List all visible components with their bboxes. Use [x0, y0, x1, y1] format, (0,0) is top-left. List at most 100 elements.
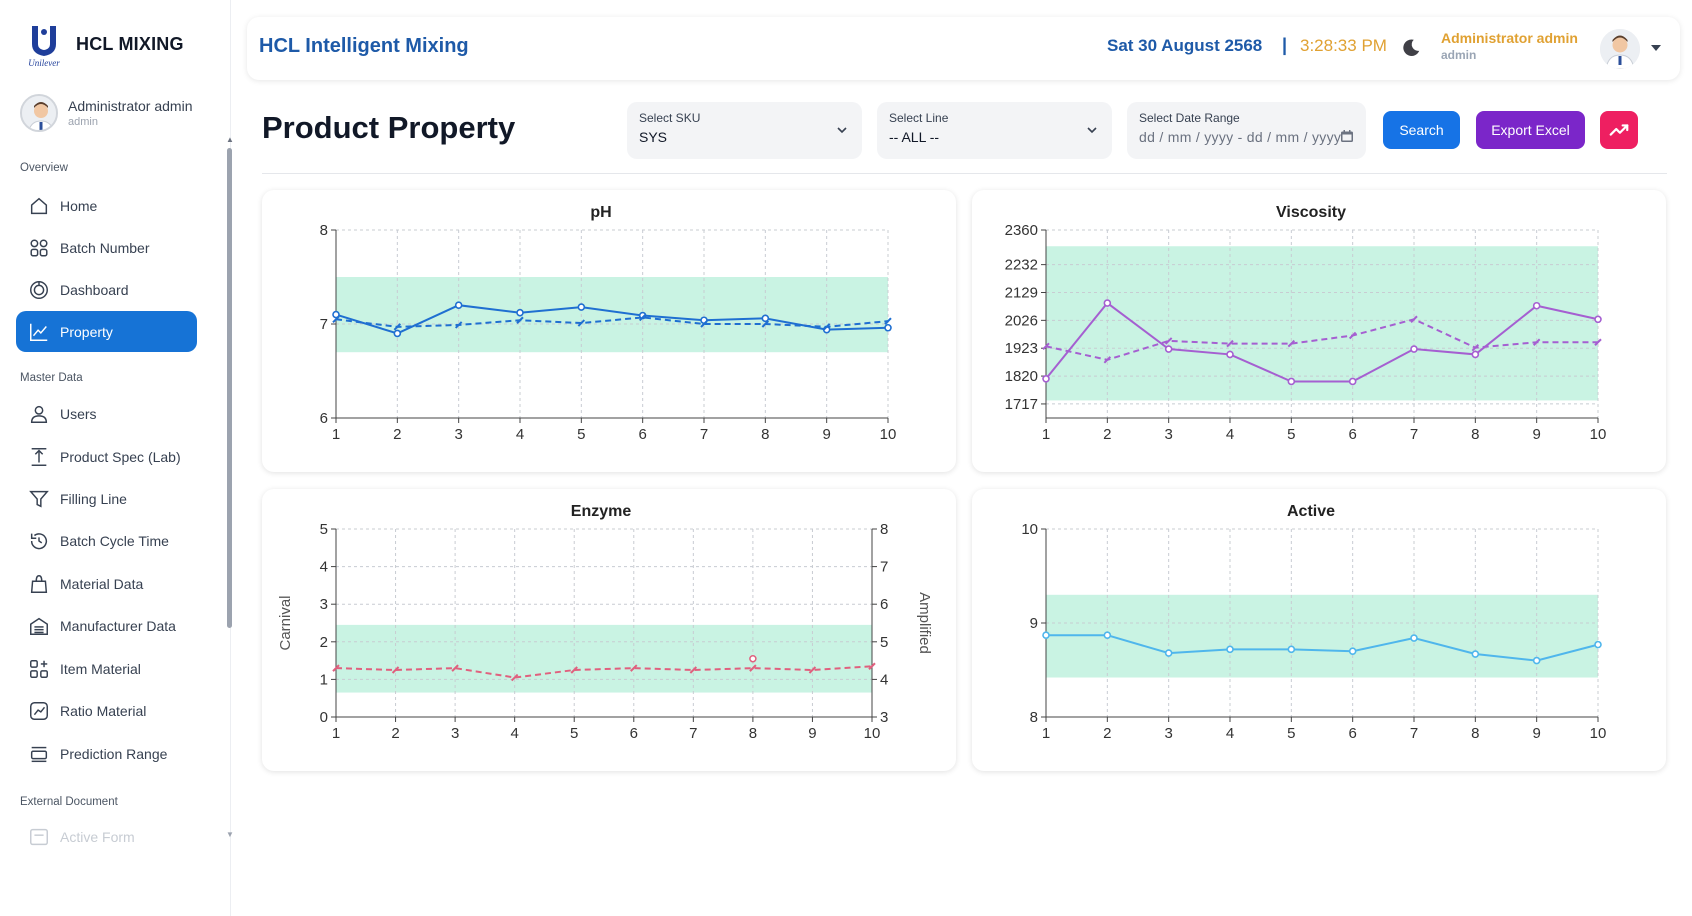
- sidebar-item-dashboard[interactable]: Dashboard: [16, 269, 197, 310]
- x-tick-label: 3: [451, 725, 459, 742]
- sidebar-item-property[interactable]: Property: [16, 311, 197, 352]
- y-tick-label: 2: [320, 634, 328, 651]
- form-icon: [28, 826, 50, 848]
- calendar-icon[interactable]: [1340, 129, 1354, 143]
- x-tick-label: 4: [516, 426, 524, 443]
- grid-icon: [28, 237, 50, 259]
- active-chart: Active 1 2 3 4 5 6 7 8 9 10 8 9 10: [1021, 503, 1606, 742]
- sidebar-item-label: Prediction Range: [60, 745, 168, 762]
- date-range-placeholder: dd / mm / yyyy - dd / mm / yyyy: [1139, 129, 1342, 145]
- date-range-input[interactable]: Select Date Range dd / mm / yyyy - dd / …: [1127, 102, 1366, 159]
- header-user[interactable]: Administrator admin admin: [1441, 30, 1578, 62]
- line-select-label: Select Line: [889, 111, 949, 125]
- avatar[interactable]: [1600, 29, 1640, 69]
- sidebar-item-batch-number[interactable]: Batch Number: [16, 227, 197, 268]
- data-point: [454, 301, 463, 309]
- sidebar-item-batch-cycle-time[interactable]: Batch Cycle Time: [16, 520, 197, 561]
- sidebar-item-product-spec[interactable]: Product Spec (Lab): [16, 436, 197, 477]
- sidebar-item-prediction-range[interactable]: Prediction Range: [16, 733, 197, 774]
- sku-select-label: Select SKU: [639, 111, 701, 125]
- export-excel-button[interactable]: Export Excel: [1476, 111, 1585, 149]
- sidebar-item-item-material[interactable]: Item Material: [16, 648, 197, 689]
- y-tick-label: 2360: [1005, 222, 1038, 239]
- x-tick-label: 5: [577, 426, 585, 443]
- header-user-name: Administrator admin: [1441, 30, 1578, 46]
- range-icon: [28, 743, 50, 765]
- sidebar-item-home[interactable]: Home: [16, 185, 197, 226]
- x-tick-label: 5: [570, 725, 578, 742]
- sidebar-item-ratio-material[interactable]: Ratio Material: [16, 690, 197, 731]
- date-range-label: Select Date Range: [1139, 111, 1240, 125]
- x-tick-label: 5: [1287, 725, 1295, 742]
- x-tick-label: 6: [630, 725, 638, 742]
- x-tick-label: 6: [1348, 426, 1356, 443]
- data-point: [577, 303, 586, 311]
- y2-tick-label: 7: [880, 559, 888, 576]
- user-avatar-icon: [22, 96, 56, 130]
- y2-tick-label: 8: [880, 521, 888, 538]
- current-date: Sat 30 August 2568: [1107, 36, 1263, 55]
- sku-select[interactable]: Select SKU SYS: [627, 102, 862, 159]
- data-point: [1410, 345, 1418, 353]
- x-tick-label: 1: [332, 426, 340, 443]
- y-tick-label: 9: [1030, 615, 1038, 632]
- viscosity-chart: Viscosity 1 2 3 4 5 6 7 8 9 10 1717 1820 1923 2026 2129…: [1005, 204, 1607, 443]
- sidebar-item-manufacturer-data[interactable]: Manufacturer Data: [16, 605, 197, 646]
- y2-tick-label: 4: [880, 671, 888, 688]
- spec-band: [336, 624, 872, 693]
- x-tick-label: 8: [749, 725, 757, 742]
- y-tick-label: 1717: [1005, 396, 1038, 413]
- x-tick-label: 4: [1226, 725, 1234, 742]
- sidebar-scrollbar[interactable]: [227, 148, 232, 628]
- y-tick-label: 10: [1021, 521, 1038, 538]
- sidebar-user[interactable]: Administrator admin admin: [20, 94, 193, 132]
- data-point: [1594, 315, 1602, 324]
- moon-icon[interactable]: [1400, 37, 1422, 59]
- sidebar-item-label: Batch Cycle Time: [60, 532, 169, 549]
- x-tick-label: 10: [864, 725, 881, 742]
- chevron-down-icon[interactable]: [1651, 44, 1661, 52]
- y2-tick-label: 3: [880, 709, 888, 726]
- y-tick-label: 2232: [1005, 257, 1038, 274]
- data-point: [1164, 345, 1173, 353]
- x-tick-label: 5: [1287, 426, 1295, 443]
- brand[interactable]: Unilever HCL MIXING: [22, 20, 184, 68]
- line-select[interactable]: Select Line -- ALL --: [877, 102, 1112, 159]
- data-point: [1532, 656, 1541, 665]
- section-overview: Overview: [20, 162, 68, 174]
- divider: [262, 173, 1667, 174]
- data-point: [1164, 649, 1173, 657]
- history-icon: [28, 530, 50, 552]
- x-tick-label: 7: [689, 725, 697, 742]
- x-tick-label: 3: [1164, 426, 1172, 443]
- scroll-up-arrow-icon[interactable]: ▲: [226, 135, 234, 144]
- y2-tick-label: 6: [880, 596, 888, 613]
- x-tick-label: 10: [1590, 426, 1607, 443]
- enzyme-chart-card: Enzyme 1 2 3 4 5 6 7 8 9 10 0 1 2 3 4 5 3 4 5 6 7 8 Carnival Amp…: [262, 489, 956, 771]
- sidebar-item-label: Property: [60, 323, 113, 340]
- line-select-value: -- ALL --: [889, 129, 940, 145]
- x-tick-label: 6: [638, 426, 646, 443]
- brand-name: HCL MIXING: [76, 33, 184, 54]
- y-tick-label: 0: [320, 709, 328, 726]
- x-tick-label: 2: [1103, 426, 1111, 443]
- search-button[interactable]: Search: [1383, 111, 1460, 149]
- sidebar-item-active-form[interactable]: Active Form: [16, 816, 197, 857]
- ph-chart-card: pH 1 2 3 4 5 6 7 8 9 10 6 7 8: [262, 190, 956, 472]
- sidebar-item-material-data[interactable]: Material Data: [16, 563, 197, 604]
- sidebar-item-filling-line[interactable]: Filling Line: [16, 478, 197, 519]
- data-point: [1348, 647, 1357, 655]
- x-tick-label: 3: [454, 426, 462, 443]
- x-tick-label: 2: [393, 426, 401, 443]
- scroll-down-arrow-icon[interactable]: ▼: [226, 830, 234, 839]
- x-tick-label: 4: [1226, 426, 1234, 443]
- sidebar-item-users[interactable]: Users: [16, 393, 197, 434]
- data-point: [1287, 645, 1296, 654]
- x-tick-label: 4: [510, 725, 518, 742]
- sidebar-item-label: Users: [60, 405, 97, 422]
- sidebar-item-label: Home: [60, 197, 98, 214]
- filter-icon: [28, 488, 50, 510]
- trend-chart-button[interactable]: [1600, 111, 1638, 149]
- sidebar-user-name: Administrator admin: [68, 98, 193, 114]
- y2-tick-label: 5: [880, 634, 888, 651]
